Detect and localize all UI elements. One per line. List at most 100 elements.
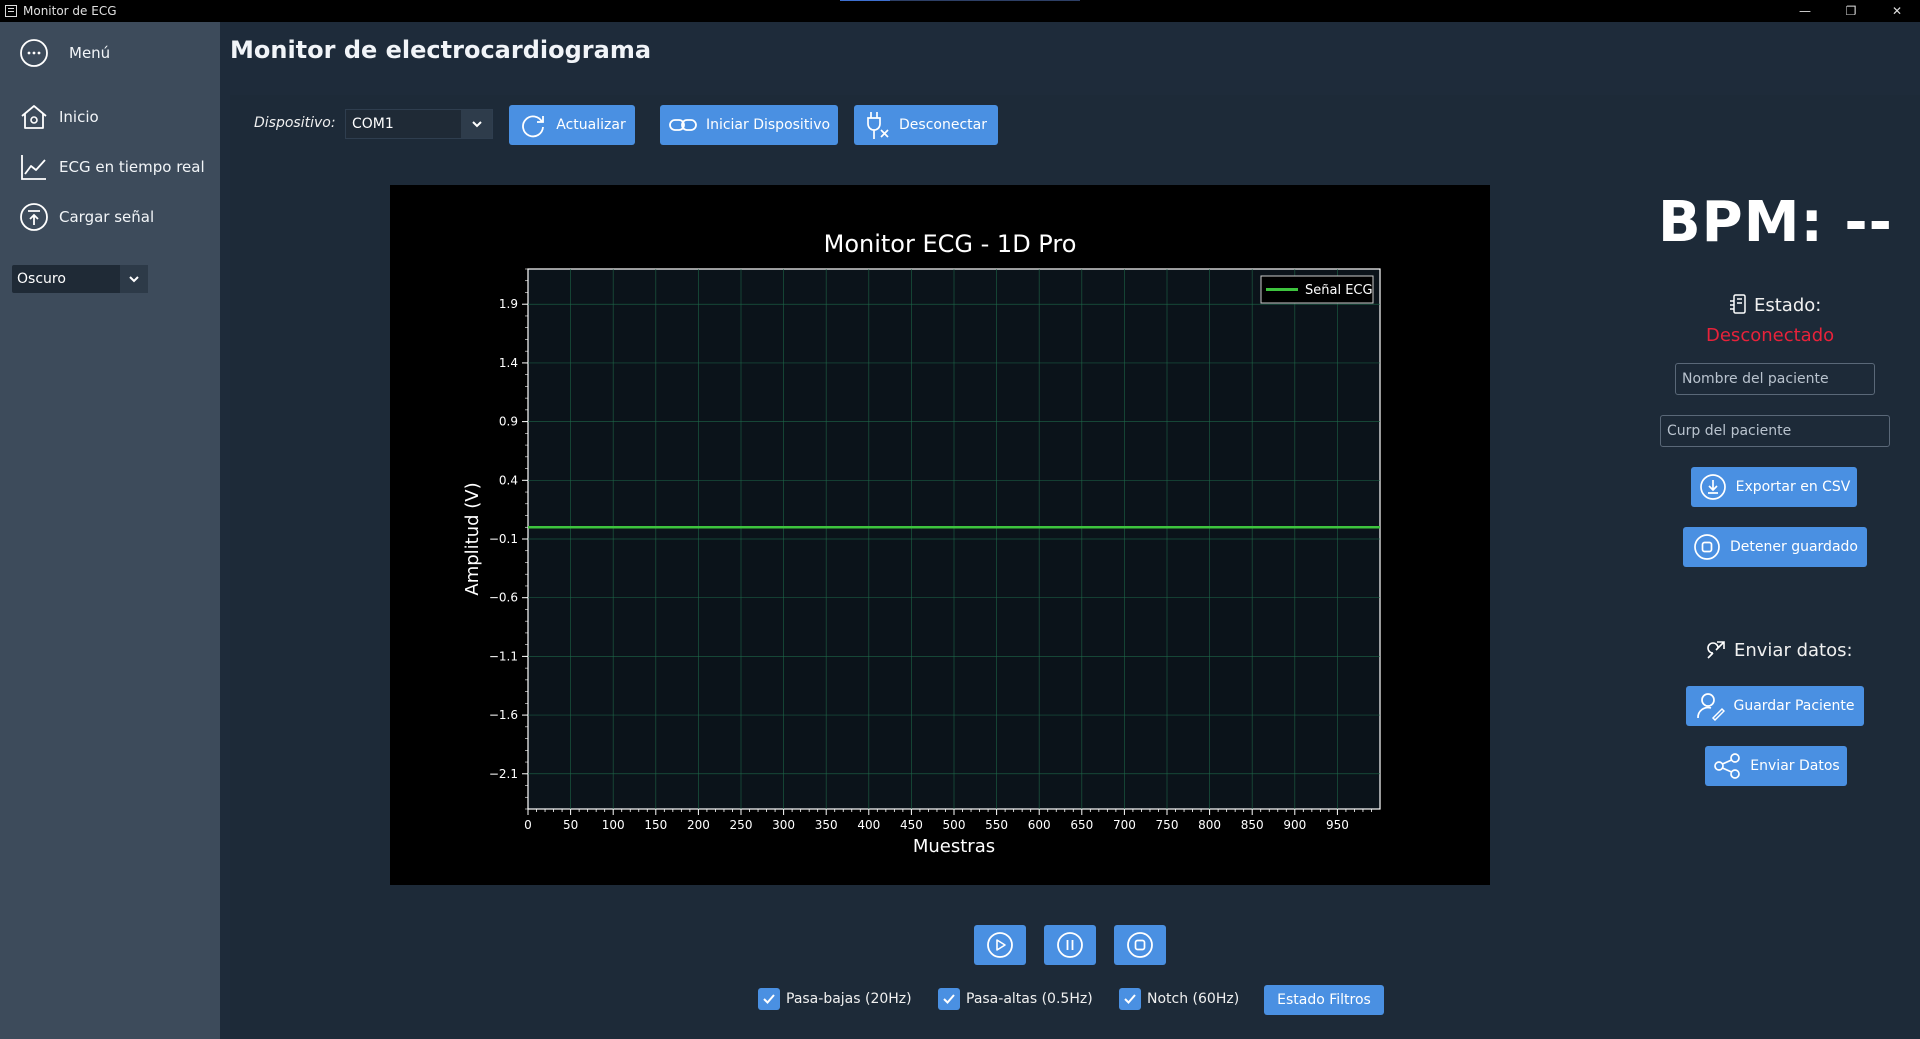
y-tick-label: 0.4 <box>499 473 518 487</box>
title-bar: Monitor de ECG — ❐ ✕ <box>0 0 1920 22</box>
send-data-button[interactable]: Enviar Datos <box>1705 746 1847 786</box>
x-tick-label: 350 <box>815 818 838 832</box>
y-tick-label: −0.6 <box>489 591 518 605</box>
start-device-button[interactable]: Iniciar Dispositivo <box>660 105 838 145</box>
x-tick-label: 750 <box>1156 818 1179 832</box>
x-tick-label: 500 <box>943 818 966 832</box>
estado-value: Desconectado <box>1706 325 1835 346</box>
stop-button[interactable] <box>1114 925 1166 965</box>
y-axis-ticks: 1.9 1.4 0.9 0.4 −0.1 −0.6 −1.1 −1.6 −2.1 <box>489 268 528 810</box>
filter-status-button[interactable]: Estado Filtros <box>1264 985 1384 1015</box>
y-tick-label: 0.9 <box>499 415 518 429</box>
title-accent <box>840 0 1080 1</box>
y-tick-label: −1.1 <box>489 649 518 663</box>
download-icon <box>1699 474 1726 500</box>
sidebar-item-inicio[interactable]: Inicio <box>18 101 99 133</box>
refresh-label: Actualizar <box>556 117 626 133</box>
sidebar-item-label: Cargar señal <box>59 208 155 226</box>
stop-circle-icon <box>1694 534 1720 560</box>
stop-icon <box>1127 932 1153 958</box>
stop-save-button[interactable]: Detener guardado <box>1683 527 1867 567</box>
sidebar-item-ecg-tiempo-real[interactable]: ECG en tiempo real <box>18 151 205 183</box>
x-tick-label: 900 <box>1283 818 1306 832</box>
unplug-icon <box>867 112 889 139</box>
legend: Señal ECG <box>1260 275 1374 304</box>
x-tick-label: 300 <box>772 818 795 832</box>
export-csv-button[interactable]: Exportar en CSV <box>1691 467 1857 507</box>
line-chart-icon <box>21 155 46 180</box>
more-icon <box>20 39 48 67</box>
y-tick-label: −2.1 <box>489 767 518 781</box>
sidebar: Menú Inicio ECG en tiempo real Cargar se… <box>0 22 220 1039</box>
sidebar-item-label: Inicio <box>59 108 99 126</box>
link-icon <box>669 119 697 131</box>
app-icon <box>5 5 17 17</box>
enviar-label: Enviar datos: <box>1734 639 1853 661</box>
chart-title: Monitor ECG - 1D Pro <box>824 230 1077 258</box>
y-tick-label: −0.1 <box>489 532 518 546</box>
theme-select-value: Oscuro <box>17 271 66 287</box>
device-status-icon <box>1730 294 1746 314</box>
chevron-down-icon[interactable] <box>120 265 148 293</box>
x-tick-label: 200 <box>687 818 710 832</box>
sidebar-item-label: ECG en tiempo real <box>59 158 205 176</box>
filter-lowpass-checkbox[interactable]: Pasa-bajas (20Hz) <box>758 988 912 1010</box>
patient-curp-input[interactable] <box>1660 415 1890 447</box>
save-patient-button[interactable]: Guardar Paciente <box>1686 686 1864 726</box>
x-tick-label: 250 <box>730 818 753 832</box>
x-tick-label: 850 <box>1241 818 1264 832</box>
refresh-button[interactable]: Actualizar <box>509 105 635 145</box>
y-tick-label: −1.6 <box>489 708 518 722</box>
filter-notch-label: Notch (60Hz) <box>1147 991 1240 1007</box>
x-tick-label: 50 <box>563 818 578 832</box>
bpm-display: BPM: -- <box>1658 190 1893 255</box>
sidebar-menu-label: Menú <box>69 44 111 62</box>
stop-save-label: Detener guardado <box>1730 539 1858 555</box>
ecg-chart: Monitor ECG - 1D Pro 0 50 100 150 200 250 300 3… <box>390 185 1490 885</box>
legend-label: Señal ECG <box>1305 283 1373 298</box>
x-axis-ticks: 0 50 100 150 200 250 300 350 400 450 500 550 600 650 7… <box>524 809 1372 832</box>
x-tick-label: 650 <box>1070 818 1093 832</box>
save-patient-label: Guardar Paciente <box>1733 698 1855 714</box>
pause-button[interactable] <box>1044 925 1096 965</box>
user-edit-icon <box>1697 693 1726 721</box>
send-data-label: Enviar Datos <box>1750 758 1840 774</box>
play-button[interactable] <box>974 925 1026 965</box>
disconnect-label: Desconectar <box>899 117 987 133</box>
device-label: Dispositivo: <box>254 115 336 131</box>
checkmark-icon[interactable] <box>938 988 960 1010</box>
checkmark-icon[interactable] <box>758 988 780 1010</box>
filter-notch-checkbox[interactable]: Notch (60Hz) <box>1119 988 1239 1010</box>
send-icon <box>1707 641 1725 659</box>
patient-name-input[interactable] <box>1675 363 1875 395</box>
enviar-heading: Enviar datos: <box>1704 638 1853 662</box>
disconnect-button[interactable]: Desconectar <box>854 105 998 145</box>
x-tick-label: 800 <box>1198 818 1221 832</box>
estado-label: Estado: <box>1754 294 1822 316</box>
minimize-icon[interactable]: — <box>1782 0 1828 22</box>
export-csv-label: Exportar en CSV <box>1735 479 1851 495</box>
x-tick-label: 700 <box>1113 818 1136 832</box>
x-tick-label: 400 <box>857 818 880 832</box>
sidebar-item-cargar-senal[interactable]: Cargar señal <box>18 201 154 233</box>
x-tick-label: 100 <box>602 818 625 832</box>
pause-icon <box>1057 932 1083 958</box>
x-tick-label: 0 <box>524 818 532 832</box>
play-icon <box>987 932 1013 958</box>
refresh-icon <box>522 115 545 138</box>
estado-heading: Estado: <box>1728 293 1821 317</box>
restore-icon[interactable]: ❐ <box>1828 0 1874 22</box>
grid <box>528 269 1380 809</box>
theme-select[interactable]: Oscuro <box>12 265 148 293</box>
y-tick-label: 1.4 <box>499 356 518 370</box>
chevron-down-icon[interactable] <box>461 110 492 138</box>
sidebar-menu-button[interactable]: Menú <box>18 37 110 69</box>
device-select[interactable]: COM1 <box>345 109 493 139</box>
filter-status-label: Estado Filtros <box>1277 992 1371 1008</box>
x-tick-label: 450 <box>900 818 923 832</box>
home-icon <box>21 105 47 129</box>
filter-highpass-checkbox[interactable]: Pasa-altas (0.5Hz) <box>938 988 1093 1010</box>
checkmark-icon[interactable] <box>1119 988 1141 1010</box>
window-title: Monitor de ECG <box>23 4 117 18</box>
close-icon[interactable]: ✕ <box>1874 0 1920 22</box>
